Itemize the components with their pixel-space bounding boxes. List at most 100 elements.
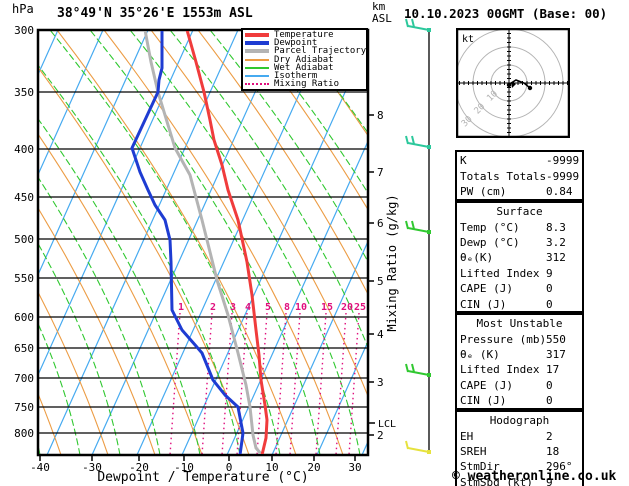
- pressure-tick-label: 750: [14, 401, 34, 414]
- stat-label: Pressure (mb): [460, 332, 547, 346]
- wind-barb: [407, 227, 430, 233]
- table-row: θₑ (K) 317: [460, 347, 579, 362]
- stat-label: θₑ (K): [460, 347, 500, 361]
- surface-table: Surface Temp (°C) 8.3 Dewp (°C) 3.2 θₑ(K) 3…: [455, 201, 584, 313]
- stat-value: 18: [546, 444, 560, 458]
- pressure-tick-label: 700: [14, 372, 34, 385]
- altitude-unit-label: km ASL: [372, 1, 392, 25]
- mixing-ratio-value-label: 1: [178, 302, 184, 313]
- copyright-credit: © weatheronline.co.uk: [452, 469, 617, 484]
- altitude-unit-asl: ASL: [372, 12, 392, 25]
- table-row: Totals Totals -9999: [460, 168, 579, 183]
- table-row: CIN (J) 0: [460, 296, 579, 311]
- legend-label: Mixing Ratio: [274, 79, 340, 90]
- pressure-tick-label: 350: [14, 86, 34, 99]
- stat-value: 0: [546, 394, 553, 408]
- pressure-unit-label: hPa: [12, 2, 34, 16]
- stat-label: CAPE (J): [460, 282, 513, 296]
- hodograph-ring-label: 20: [473, 102, 488, 117]
- mixing-ratio-value-label: 25: [354, 302, 366, 313]
- stat-label: θₑ(K): [460, 251, 494, 265]
- stat-value: 0: [546, 282, 553, 296]
- mixing-ratio-value-label: 4: [245, 302, 251, 313]
- stat-value: 3.2: [546, 235, 566, 249]
- stat-label: Lifted Index: [460, 363, 540, 377]
- table-row: CAPE (J) 0: [460, 281, 579, 296]
- stat-value: 550: [546, 332, 566, 346]
- table-row: Lifted Index 9: [460, 266, 579, 281]
- stat-value: 8.3: [546, 220, 566, 234]
- stat-value: 9: [546, 266, 553, 280]
- altitude-tick-label: 5: [377, 275, 384, 288]
- stat-value: 2: [546, 429, 553, 443]
- station-title: 38°49'N 35°26'E 1553m ASL: [57, 6, 253, 21]
- stat-label: Totals Totals: [460, 169, 547, 183]
- stat-value: 312: [546, 251, 566, 265]
- mixing-ratio-value-label: 10: [295, 302, 307, 313]
- legend: Temperature Dewpoint Parcel Trajectory D…: [241, 28, 368, 91]
- table-title: Surface: [496, 205, 543, 218]
- wind-barb: [407, 142, 430, 148]
- pressure-tick-label: 300: [14, 24, 34, 37]
- hodograph-plot: 102030 kt: [456, 28, 570, 138]
- isotherm-swatch: [245, 75, 269, 78]
- altitude-tick-label: 3: [377, 376, 384, 389]
- pressure-tick-label: 600: [14, 311, 34, 324]
- pressure-tick-label: 550: [14, 272, 34, 285]
- table-title: Hodograph: [489, 414, 550, 427]
- stat-label: CAPE (J): [460, 378, 513, 392]
- table-row: Dewp (°C) 3.2: [460, 235, 579, 250]
- x-axis-title: Dewpoint / Temperature (°C): [97, 470, 309, 485]
- pressure-tick-label: 800: [14, 427, 34, 440]
- hodograph-ring-label: 30: [460, 115, 475, 130]
- stat-label: CIN (J): [460, 297, 507, 311]
- dewpoint-swatch: [245, 41, 269, 46]
- stat-value: 17: [546, 363, 560, 377]
- stat-value: -9999: [546, 169, 580, 183]
- mixing-ratio-value-label: 3: [230, 302, 236, 313]
- mixing-ratio-value-label: 8: [284, 302, 290, 313]
- stat-value: 317: [546, 347, 566, 361]
- wind-barb: [407, 370, 430, 376]
- lcl-label: LCL: [378, 419, 396, 430]
- stat-label: Temp (°C): [460, 220, 520, 234]
- table-row: Temp (°C) 8.3: [460, 219, 579, 234]
- most-unstable-table: Most Unstable Pressure (mb) 550 θₑ (K) 317…: [455, 313, 584, 410]
- indices-table: K -9999 Totals Totals -9999 PW (cm) 0.84: [455, 150, 584, 201]
- temperature-swatch: [245, 33, 269, 38]
- stat-label: Dewp (°C): [460, 235, 520, 249]
- table-row: CAPE (J) 0: [460, 378, 579, 393]
- table-row: Lifted Index 17: [460, 362, 579, 377]
- altitude-tick-label: 6: [377, 217, 384, 230]
- sounding-screenshot: 1 2 3 4 5 8 10 15 20 25 300 350 400 450 500 550 600 650 70…: [0, 0, 629, 486]
- stat-value: -9999: [546, 154, 580, 168]
- parcel-swatch: [245, 49, 269, 54]
- table-row: SREH 18: [460, 444, 579, 459]
- altitude-tick-label: 7: [377, 166, 384, 179]
- pressure-tick-label: 650: [14, 342, 34, 355]
- stat-label: PW (cm): [460, 184, 507, 198]
- stat-value: 0: [546, 378, 553, 392]
- table-row: θₑ(K) 312: [460, 250, 579, 265]
- stat-value: 0: [546, 297, 553, 311]
- table-title: Most Unstable: [476, 317, 563, 330]
- valid-datetime: 10.10.2023 00GMT (Base: 00): [404, 6, 608, 21]
- altitude-tick-label: 2: [377, 429, 384, 442]
- mixing-ratio-axis-title: Mixing Ratio (g/kg): [385, 194, 399, 332]
- table-row: PW (cm) 0.84: [460, 184, 579, 199]
- wind-barb: [407, 25, 430, 31]
- dry-adiabat-swatch: [245, 58, 269, 61]
- stat-label: Lifted Index: [460, 266, 540, 280]
- table-row: EH 2: [460, 428, 579, 443]
- hodograph-unit-label: kt: [462, 34, 474, 45]
- altitude-tick-label: 4: [377, 328, 384, 341]
- pressure-tick-label: 400: [14, 143, 34, 156]
- legend-item: Mixing Ratio: [245, 79, 366, 90]
- stat-label: CIN (J): [460, 394, 507, 408]
- altitude-tick-label: 8: [377, 109, 384, 122]
- table-row: CIN (J) 0: [460, 393, 579, 408]
- wind-barb: [407, 447, 430, 453]
- stat-label: EH: [460, 429, 474, 443]
- mixing-ratio-value-label: 5: [265, 302, 271, 313]
- mixing-ratio-swatch: [245, 83, 269, 86]
